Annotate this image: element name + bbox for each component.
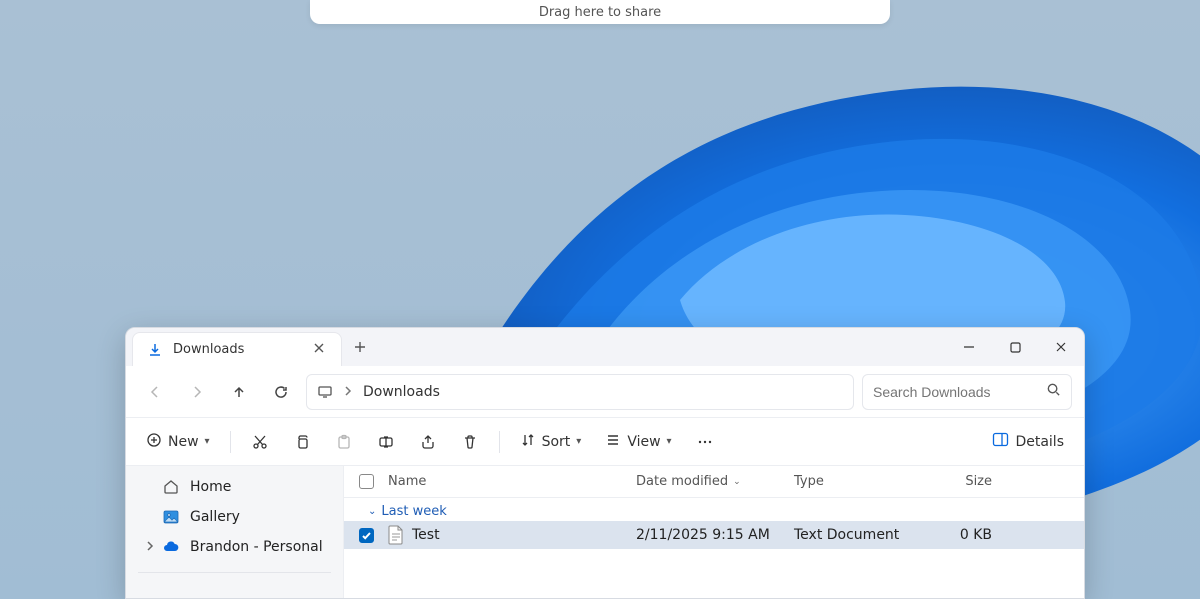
- breadcrumb[interactable]: Downloads: [306, 374, 854, 410]
- new-icon: [146, 432, 162, 452]
- breadcrumb-location[interactable]: Downloads: [363, 384, 440, 400]
- divider: [499, 431, 500, 453]
- more-button[interactable]: [688, 426, 722, 458]
- column-size[interactable]: Size: [922, 474, 992, 489]
- sort-indicator-icon: ⌄: [733, 477, 741, 487]
- sidebar-label: Gallery: [190, 509, 240, 525]
- column-type[interactable]: Type: [794, 474, 922, 489]
- col-label: Date modified: [636, 474, 728, 489]
- chevron-down-icon: ▾: [205, 436, 210, 447]
- group-label: Last week: [381, 504, 446, 519]
- maximize-button[interactable]: [992, 328, 1038, 366]
- command-bar: New ▾ Sort ▾: [126, 418, 1084, 466]
- share-drop-target[interactable]: Drag here to share: [310, 0, 890, 24]
- details-label: Details: [1015, 434, 1064, 450]
- row-checkbox[interactable]: [359, 528, 374, 543]
- copy-button[interactable]: [285, 426, 319, 458]
- address-bar: Downloads: [126, 366, 1084, 418]
- column-date[interactable]: Date modified ⌄: [636, 474, 794, 489]
- gallery-icon: [162, 508, 180, 526]
- details-pane-button[interactable]: Details: [984, 426, 1072, 458]
- refresh-button[interactable]: [264, 375, 298, 409]
- tab-downloads[interactable]: Downloads: [132, 332, 342, 366]
- minimize-button[interactable]: [946, 328, 992, 366]
- forward-button[interactable]: [180, 375, 214, 409]
- sidebar-item-gallery[interactable]: Gallery: [132, 502, 337, 532]
- column-headers: Name Date modified ⌄ Type Size: [344, 466, 1084, 498]
- paste-button[interactable]: [327, 426, 361, 458]
- search-icon: [1046, 382, 1061, 401]
- sidebar-separator: [138, 572, 331, 573]
- search-box[interactable]: [862, 374, 1072, 410]
- col-label: Type: [794, 474, 824, 489]
- view-label: View: [627, 434, 660, 450]
- search-input[interactable]: [873, 384, 1038, 400]
- sidebar-item-home[interactable]: Home: [132, 472, 337, 502]
- file-type: Text Document: [794, 527, 899, 543]
- close-window-button[interactable]: [1038, 328, 1084, 366]
- explorer-body: Home Gallery Brandon - Personal: [126, 466, 1084, 598]
- window-controls: [946, 328, 1084, 366]
- sidebar-item-onedrive[interactable]: Brandon - Personal: [132, 532, 337, 562]
- sort-button[interactable]: Sort ▾: [512, 426, 590, 458]
- chevron-right-icon: [343, 384, 353, 400]
- group-header[interactable]: ⌄ Last week: [344, 498, 1084, 521]
- sort-icon: [520, 432, 536, 452]
- share-button[interactable]: [411, 426, 445, 458]
- chevron-down-icon: ▾: [667, 436, 672, 447]
- file-size: 0 KB: [960, 527, 992, 543]
- file-row[interactable]: Test 2/11/2025 9:15 AM Text Document 0 K…: [344, 521, 1084, 549]
- new-label: New: [168, 434, 199, 450]
- details-icon: [992, 431, 1009, 452]
- cut-button[interactable]: [243, 426, 277, 458]
- file-list: Name Date modified ⌄ Type Size ⌄ Last we…: [344, 466, 1084, 598]
- new-tab-button[interactable]: [342, 330, 378, 364]
- divider: [230, 431, 231, 453]
- new-button[interactable]: New ▾: [138, 426, 218, 458]
- file-date: 2/11/2025 9:15 AM: [636, 527, 770, 543]
- navigation-pane: Home Gallery Brandon - Personal: [126, 466, 344, 598]
- file-explorer-window: Downloads: [125, 327, 1085, 599]
- file-name: Test: [412, 527, 440, 543]
- text-file-icon: [388, 525, 404, 545]
- home-icon: [162, 478, 180, 496]
- sidebar-label: Brandon - Personal: [190, 539, 323, 555]
- tab-title: Downloads: [173, 342, 244, 357]
- sort-label: Sort: [542, 434, 571, 450]
- rename-button[interactable]: [369, 426, 403, 458]
- column-name[interactable]: Name: [388, 474, 636, 489]
- chevron-right-icon[interactable]: [144, 539, 156, 555]
- pc-icon: [317, 384, 333, 400]
- share-label: Drag here to share: [539, 5, 661, 20]
- download-icon: [147, 342, 163, 358]
- up-button[interactable]: [222, 375, 256, 409]
- chevron-down-icon: ▾: [576, 436, 581, 447]
- chevron-down-icon: ⌄: [368, 506, 376, 517]
- view-icon: [605, 432, 621, 452]
- tab-close-button[interactable]: [311, 340, 327, 360]
- cloud-icon: [162, 538, 180, 556]
- delete-button[interactable]: [453, 426, 487, 458]
- select-all-checkbox[interactable]: [359, 474, 374, 489]
- back-button[interactable]: [138, 375, 172, 409]
- titlebar: Downloads: [126, 328, 1084, 366]
- col-label: Size: [965, 474, 992, 489]
- col-label: Name: [388, 474, 426, 489]
- view-button[interactable]: View ▾: [597, 426, 679, 458]
- sidebar-label: Home: [190, 479, 231, 495]
